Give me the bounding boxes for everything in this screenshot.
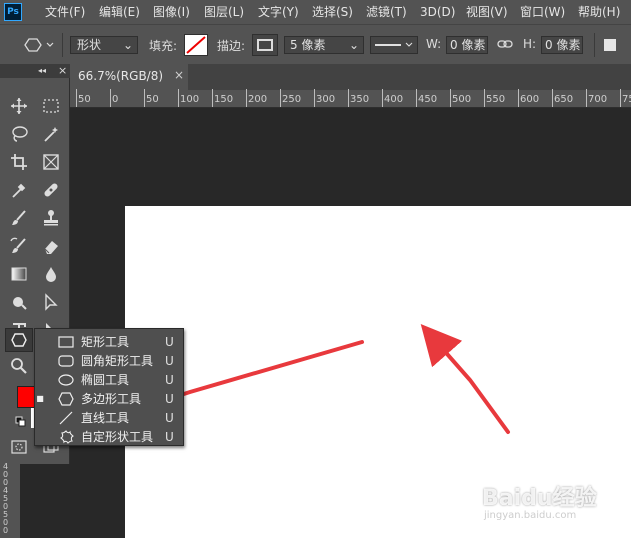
flyout-item-rounded-rectangle[interactable]: 圆角矩形工具 U bbox=[35, 351, 183, 370]
flyout-item-ellipse[interactable]: 椭圆工具 U bbox=[35, 370, 183, 389]
watermark-url: jingyan.baidu.com bbox=[484, 510, 577, 521]
ellipse-icon bbox=[57, 372, 75, 388]
flyout-item-label: 多边形工具 bbox=[81, 392, 142, 406]
polygon-icon bbox=[57, 391, 75, 407]
custom-shape-icon bbox=[57, 429, 75, 445]
baidu-watermark: Baidu经验 jingyan.baidu.com bbox=[482, 478, 622, 528]
line-icon bbox=[57, 410, 75, 426]
selected-indicator: ■ bbox=[36, 394, 44, 403]
shape-tool-flyout: 矩形工具 U 圆角矩形工具 U 椭圆工具 U ■ 多边形工具 U 直线工具 U 自定形状工具 U bbox=[34, 328, 184, 446]
annotation-arrows bbox=[114, 323, 510, 434]
arrow-to-canvas bbox=[420, 323, 510, 434]
rectangle-icon bbox=[57, 334, 75, 350]
flyout-item-shortcut: U bbox=[165, 391, 174, 406]
flyout-item-shortcut: U bbox=[165, 334, 174, 349]
flyout-item-label: 椭圆工具 bbox=[81, 373, 130, 387]
flyout-item-polygon[interactable]: ■ 多边形工具 U bbox=[35, 389, 183, 408]
rounded-rectangle-icon bbox=[57, 353, 75, 369]
flyout-item-rectangle[interactable]: 矩形工具 U bbox=[35, 332, 183, 351]
flyout-item-custom-shape[interactable]: 自定形状工具 U bbox=[35, 427, 183, 446]
flyout-item-shortcut: U bbox=[165, 372, 174, 387]
flyout-item-label: 直线工具 bbox=[81, 411, 130, 425]
flyout-item-shortcut: U bbox=[165, 410, 174, 425]
flyout-item-label: 圆角矩形工具 bbox=[81, 354, 154, 368]
watermark-text: Baidu经验 bbox=[482, 486, 597, 511]
flyout-item-shortcut: U bbox=[165, 429, 174, 444]
flyout-item-label: 矩形工具 bbox=[81, 335, 130, 349]
flyout-item-shortcut: U bbox=[165, 353, 174, 368]
flyout-item-label: 自定形状工具 bbox=[81, 430, 154, 444]
flyout-item-line[interactable]: 直线工具 U bbox=[35, 408, 183, 427]
